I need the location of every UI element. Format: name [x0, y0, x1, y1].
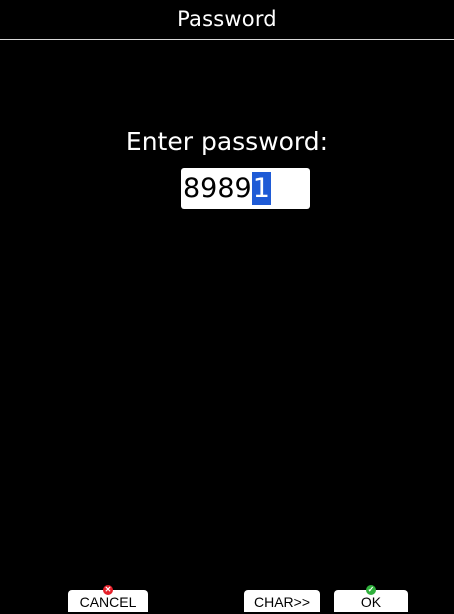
ok-button[interactable]: ✓ OK — [334, 585, 408, 612]
password-prompt-label: Enter password: — [125, 127, 329, 156]
green-check-icon: ✓ — [366, 585, 376, 595]
red-x-icon: ✕ — [103, 585, 113, 595]
title-bar: Password — [0, 0, 454, 40]
password-entered-text: 8989 — [183, 173, 252, 204]
ok-button-label: OK — [360, 594, 382, 610]
cancel-button[interactable]: ✕ CANCEL — [68, 585, 148, 612]
cancel-button-label: CANCEL — [79, 594, 137, 610]
char-next-button-label: CHAR>> — [253, 594, 311, 610]
window-title: Password — [177, 7, 277, 31]
password-input[interactable]: 89891 — [181, 168, 310, 209]
char-next-button[interactable]: CHAR>> — [244, 590, 320, 612]
password-cursor-char: 1 — [251, 172, 271, 205]
